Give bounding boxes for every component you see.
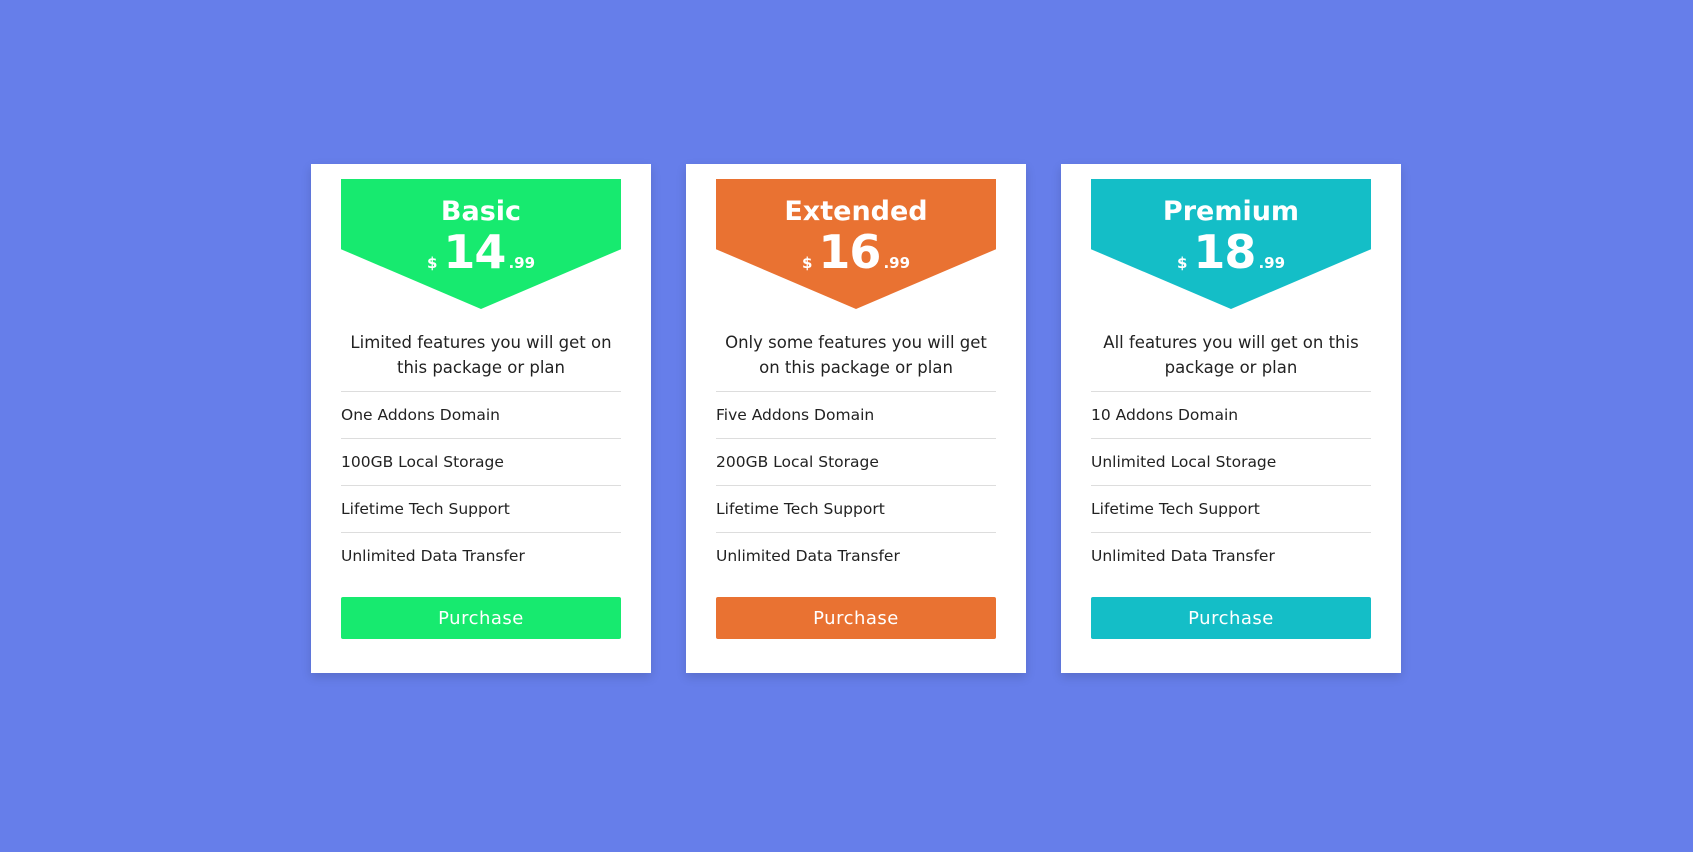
- price-currency: $: [801, 254, 813, 272]
- plan-description: Limited features you will get on this pa…: [341, 330, 621, 392]
- price-currency: $: [1176, 254, 1188, 272]
- feature-item: 200GB Local Storage: [716, 439, 996, 486]
- feature-item: 10 Addons Domain: [1091, 392, 1371, 439]
- plan-description: All features you will get on this packag…: [1091, 330, 1371, 392]
- plan-header: Premium $ 18 .99: [1091, 179, 1371, 309]
- plan-header: Basic $ 14 .99: [341, 179, 621, 309]
- plan-name: Basic: [440, 196, 522, 227]
- plan-price: $ 16 .99: [716, 229, 996, 275]
- feature-item: Unlimited Data Transfer: [341, 547, 525, 565]
- feature-item: 100GB Local Storage: [341, 439, 621, 486]
- price-cents: .99: [883, 254, 911, 272]
- purchase-button-premium[interactable]: Purchase: [1091, 597, 1371, 639]
- plan-name: Premium: [1162, 196, 1300, 227]
- plan-price: $ 18 .99: [1091, 229, 1371, 275]
- plan-price: $ 14 .99: [341, 229, 621, 275]
- feature-item: Five Addons Domain: [716, 392, 996, 439]
- pricing-card-basic: Basic $ 14 .99 Limited features you will…: [311, 164, 651, 673]
- feature-item: Unlimited Local Storage: [1091, 439, 1371, 486]
- feature-list: One Addons Domain 100GB Local Storage Li…: [341, 392, 621, 580]
- purchase-button-extended[interactable]: Purchase: [716, 597, 996, 639]
- feature-item: Unlimited Data Transfer: [1091, 547, 1275, 565]
- price-currency: $: [426, 254, 438, 272]
- pricing-card-extended: Extended $ 16 .99 Only some features you…: [686, 164, 1026, 673]
- price-amount: 18: [1193, 225, 1256, 279]
- feature-list: Five Addons Domain 200GB Local Storage L…: [716, 392, 996, 580]
- feature-item: Lifetime Tech Support: [341, 486, 621, 533]
- pricing-table: Basic $ 14 .99 Limited features you will…: [311, 164, 1401, 673]
- feature-item: Unlimited Data Transfer: [716, 547, 900, 565]
- price-amount: 16: [818, 225, 881, 279]
- feature-item: Lifetime Tech Support: [716, 486, 996, 533]
- purchase-button-basic[interactable]: Purchase: [341, 597, 621, 639]
- pricing-card-premium: Premium $ 18 .99 All features you will g…: [1061, 164, 1401, 673]
- price-cents: .99: [508, 254, 536, 272]
- feature-item: One Addons Domain: [341, 392, 621, 439]
- price-cents: .99: [1258, 254, 1286, 272]
- feature-item: Lifetime Tech Support: [1091, 486, 1371, 533]
- price-amount: 14: [443, 225, 506, 279]
- feature-list: 10 Addons Domain Unlimited Local Storage…: [1091, 392, 1371, 580]
- plan-description: Only some features you will get on this …: [716, 330, 996, 392]
- plan-name: Extended: [784, 196, 928, 227]
- plan-header: Extended $ 16 .99: [716, 179, 996, 309]
